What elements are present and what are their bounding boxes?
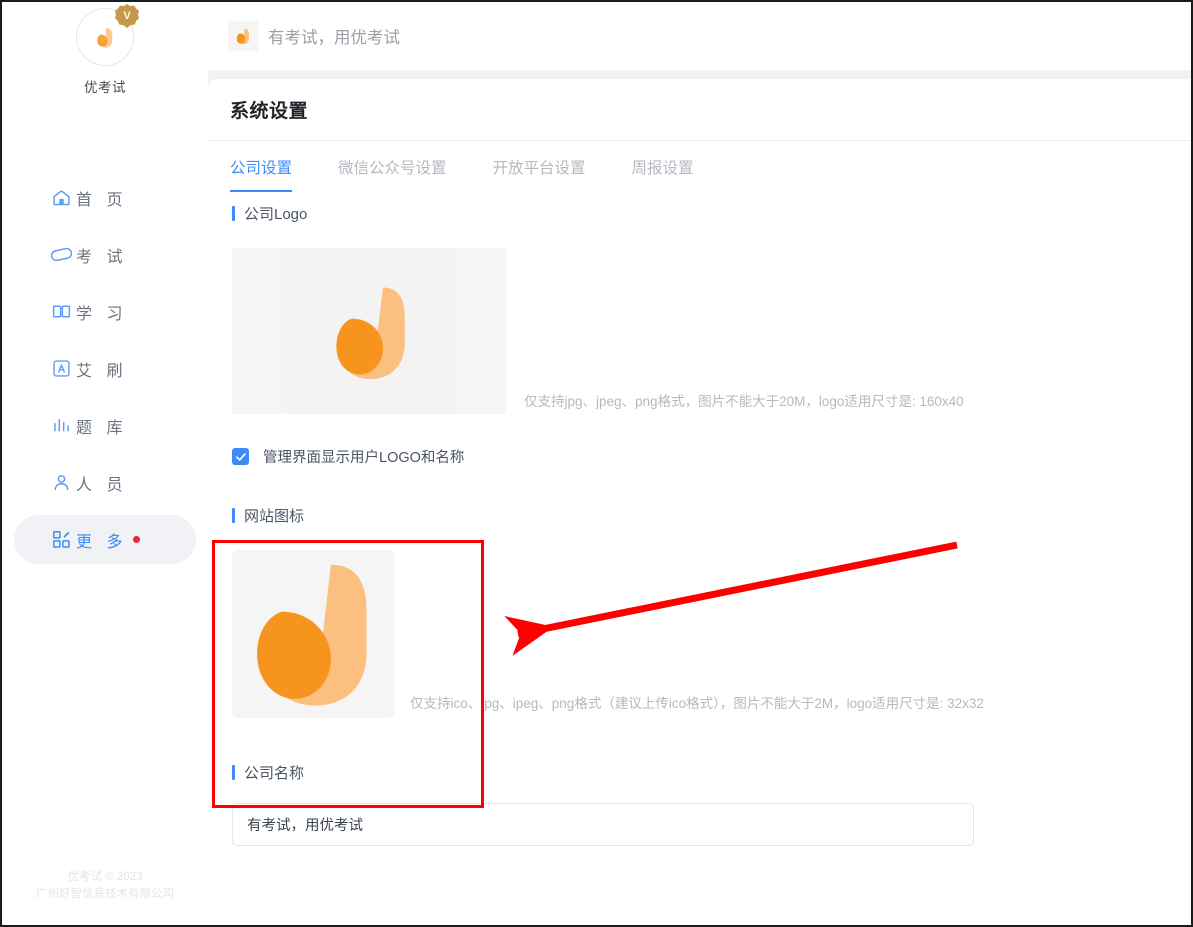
avatar[interactable]: V bbox=[76, 4, 139, 66]
company-logo-icon bbox=[228, 21, 258, 51]
sidebar-item-question-bank[interactable]: 题 库 bbox=[14, 401, 196, 450]
bar-chart-icon bbox=[50, 415, 72, 437]
section-accent-bar bbox=[232, 206, 235, 221]
grid-more-icon bbox=[50, 529, 72, 551]
sidebar-item-exam[interactable]: 考 试 bbox=[14, 230, 196, 279]
brand-name: 优考试 bbox=[84, 80, 126, 95]
sidebar-item-study[interactable]: 学 习 bbox=[14, 287, 196, 336]
footer-company: 广州好智信息技术有限公司 bbox=[36, 887, 174, 900]
company-name-input[interactable] bbox=[232, 803, 974, 846]
company-name-field-row bbox=[208, 803, 1191, 846]
exam-eraser-icon bbox=[50, 244, 72, 266]
book-icon bbox=[50, 301, 72, 323]
check-icon bbox=[235, 452, 246, 461]
site-favicon-image bbox=[257, 564, 367, 706]
site-favicon-upload[interactable] bbox=[232, 550, 394, 718]
sidebar-footer: 优考试 © 2023 广州好智信息技术有限公司 bbox=[2, 869, 208, 904]
verified-badge-label: V bbox=[123, 10, 131, 22]
company-logo-row: 仅支持jpg、jpeg、png格式，图片不能大于20M，logo适用尺寸是: 1… bbox=[208, 248, 1191, 414]
page-header: 系统设置 bbox=[208, 79, 1191, 141]
sidebar-nav: 首 页 考 试 学 习 艾 刷 题 库 人 员 更 多 bbox=[2, 165, 208, 572]
notification-dot-badge bbox=[133, 536, 141, 543]
section-header-company-name: 公司名称 bbox=[208, 762, 1191, 783]
section-title: 公司Logo bbox=[244, 206, 308, 223]
section-accent-bar bbox=[232, 508, 235, 523]
section-accent-bar bbox=[232, 765, 235, 780]
show-user-logo-label: 管理界面显示用户LOGO和名称 bbox=[263, 450, 465, 466]
tab-open-platform-settings[interactable]: 开放平台设置 bbox=[493, 141, 586, 192]
company-logo-hint: 仅支持jpg、jpeg、png格式，图片不能大于20M，logo适用尺寸是: 1… bbox=[524, 394, 964, 409]
tab-weekly-report-settings[interactable]: 周报设置 bbox=[632, 141, 694, 192]
site-favicon-hint: 仅支持ico、jpg、ipeg、png格式（建议上传ico格式），图片不能大于2… bbox=[410, 696, 984, 711]
company-logo-preview bbox=[282, 248, 456, 414]
topbar-title: 有考试，用优考试 bbox=[268, 29, 400, 47]
show-user-logo-checkbox-row: 管理界面显示用户LOGO和名称 bbox=[208, 446, 1191, 467]
sidebar-item-aishua[interactable]: 艾 刷 bbox=[14, 344, 196, 393]
person-icon bbox=[50, 472, 72, 494]
page-title: 系统设置 bbox=[230, 101, 309, 122]
content-card: 系统设置 公司设置 微信公众号设置 开放平台设置 周报设置 公司Logo 仅支持… bbox=[208, 79, 1191, 925]
company-logo-image bbox=[336, 287, 405, 380]
company-logo-icon bbox=[97, 28, 113, 48]
section-header-company-logo: 公司Logo bbox=[208, 203, 1191, 224]
section-title: 网站图标 bbox=[244, 508, 305, 525]
home-icon bbox=[50, 187, 72, 209]
brand-block: V 优考试 bbox=[2, 4, 208, 96]
site-favicon-row: 仅支持ico、jpg、ipeg、png格式（建议上传ico格式），图片不能大于2… bbox=[208, 550, 1191, 718]
sidebar-item-more[interactable]: 更 多 bbox=[14, 515, 196, 564]
tab-label: 开放平台设置 bbox=[492, 160, 586, 177]
sidebar-item-people[interactable]: 人 员 bbox=[14, 458, 196, 507]
tab-label: 公司设置 bbox=[230, 160, 293, 177]
tab-company-settings[interactable]: 公司设置 bbox=[230, 141, 293, 192]
app-window: V 优考试 首 页 考 试 学 习 艾 刷 题 库 人 员 更 多 优考试 © … bbox=[0, 0, 1193, 927]
a-square-icon bbox=[50, 358, 72, 380]
tab-wechat-settings[interactable]: 微信公众号设置 bbox=[338, 141, 447, 192]
sidebar: V 优考试 首 页 考 试 学 习 艾 刷 题 库 人 员 更 多 优考试 © … bbox=[2, 2, 208, 925]
topbar: 有考试，用优考试 bbox=[208, 2, 1191, 70]
tab-label: 微信公众号设置 bbox=[338, 160, 447, 177]
company-logo-upload[interactable] bbox=[232, 248, 506, 414]
tab-bar: 公司设置 微信公众号设置 开放平台设置 周报设置 bbox=[208, 141, 1191, 197]
section-header-site-favicon: 网站图标 bbox=[208, 505, 1191, 526]
show-user-logo-checkbox[interactable] bbox=[232, 448, 249, 465]
section-title: 公司名称 bbox=[244, 765, 305, 782]
tab-label: 周报设置 bbox=[631, 160, 694, 177]
sidebar-item-home[interactable]: 首 页 bbox=[14, 173, 196, 222]
footer-copyright: 优考试 © 2023 bbox=[67, 870, 143, 883]
